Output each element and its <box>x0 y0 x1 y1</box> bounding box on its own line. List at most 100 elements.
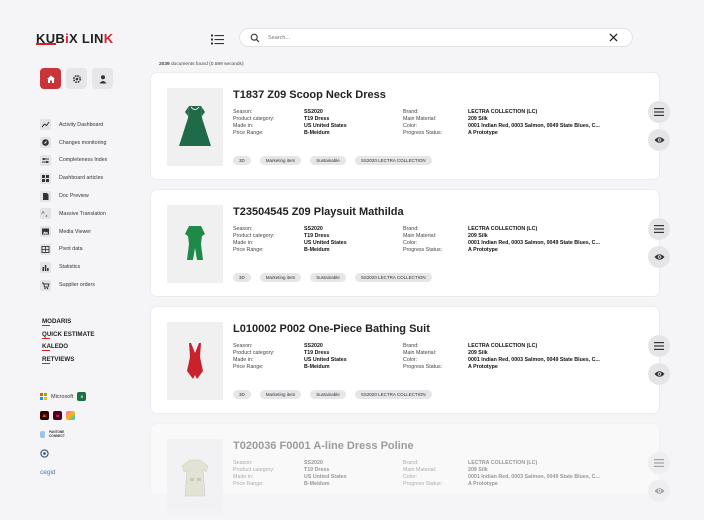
cart-icon <box>40 279 51 291</box>
partner-bar <box>42 325 50 327</box>
tag-chip[interactable]: 3D <box>233 390 251 399</box>
brand-cegid[interactable]: cegid <box>40 463 86 482</box>
sidebar-item-label: Dashboard articles <box>59 175 104 182</box>
partner-links: MODARIS QUICK ESTIMATE KALEDO RETVIEWS <box>42 318 94 368</box>
sidebar-item-activity-dashboard[interactable]: Activity Dashboard <box>40 116 107 134</box>
product-title[interactable]: T1837 Z09 Scoop Neck Dress <box>233 89 386 101</box>
sidebar-item-label: Statistics <box>59 264 81 271</box>
product-title[interactable]: L010002 P002 One-Piece Bathing Suit <box>233 323 430 335</box>
hamburger-icon <box>654 342 664 350</box>
partner-quick-estimate[interactable]: QUICK ESTIMATE <box>42 331 94 344</box>
search-icon[interactable] <box>250 33 260 43</box>
tag-chip[interactable]: Marketing item <box>259 156 302 165</box>
menu-button[interactable] <box>648 218 670 240</box>
sidebar-item-pivot-data[interactable]: Pivot data <box>40 241 107 259</box>
card-actions <box>648 452 670 502</box>
product-tags: 3D Marketing item Sustainable SS2020 LECTRA… <box>233 273 432 282</box>
tag-chip[interactable]: SS2020 LECTRA COLLECTION <box>354 156 432 165</box>
product-thumbnail[interactable] <box>167 322 223 400</box>
tag-chip[interactable]: SS2020 LECTRA COLLECTION <box>354 273 432 282</box>
list-menu-button[interactable] <box>211 32 224 50</box>
card-actions <box>648 101 670 151</box>
product-title[interactable]: T23504545 Z09 Playsuit Mathilda <box>233 206 404 218</box>
partner-bar <box>42 350 50 352</box>
tag-chip[interactable]: 3D <box>233 273 251 282</box>
sidebar-item-completeness-index[interactable]: Completeness Index <box>40 152 107 170</box>
view-button[interactable] <box>648 480 670 502</box>
sidebar-item-media-viewer[interactable]: Media Viewer <box>40 223 107 241</box>
sidebar-item-changes-monitoring[interactable]: Changes monitoring <box>40 134 107 152</box>
globe-icon <box>40 449 49 458</box>
document-icon <box>40 190 51 202</box>
bars-icon <box>40 261 51 273</box>
menu-button[interactable] <box>648 101 670 123</box>
sidebar-nav: Activity Dashboard Changes monitoring Co… <box>40 116 107 294</box>
excel-icon: X <box>77 392 87 401</box>
tag-chip[interactable]: 3D <box>233 156 251 165</box>
translate-icon: Az <box>40 208 51 220</box>
partner-retviews[interactable]: RETVIEWS <box>42 356 94 369</box>
svg-text:z: z <box>46 213 48 218</box>
product-title[interactable]: T020036 F0001 A-line Dress Poline <box>233 440 414 452</box>
home-button[interactable] <box>40 68 61 89</box>
tag-chip[interactable]: Sustainable <box>310 273 346 282</box>
brand-adobe[interactable]: Ai Id <box>40 406 86 425</box>
view-button[interactable] <box>648 363 670 385</box>
product-card[interactable]: T1837 Z09 Scoop Neck Dress Season: SS2020… <box>150 72 670 180</box>
eye-icon <box>654 488 664 494</box>
product-card[interactable]: T020036 F0001 A-line Dress Poline Season… <box>150 423 670 517</box>
hamburger-icon <box>654 459 664 467</box>
product-thumbnail[interactable] <box>167 439 223 517</box>
sidebar-item-label: Massive Translation <box>59 210 106 217</box>
eye-icon <box>654 137 664 143</box>
grid-icon <box>40 172 51 184</box>
tag-chip[interactable]: SS2020 LECTRA COLLECTION <box>354 390 432 399</box>
product-attributes-left: Season: SS2020 Product category: T19 Dress… <box>233 460 347 487</box>
eye-icon <box>654 371 664 377</box>
sidebar-item-label: Supplier orders <box>59 282 95 289</box>
svg-text:A: A <box>42 210 45 215</box>
profile-button[interactable] <box>92 68 113 89</box>
sidebar-item-massive-translation[interactable]: Az Massive Translation <box>40 205 107 223</box>
tag-chip[interactable]: Marketing item <box>259 273 302 282</box>
sidebar-item-doc-preview[interactable]: Doc Preview <box>40 187 107 205</box>
sidebar-item-dashboard-articles[interactable]: Dashboard articles <box>40 169 107 187</box>
card-actions <box>648 335 670 385</box>
tag-chip[interactable]: Sustainable <box>310 390 346 399</box>
product-thumbnail[interactable] <box>167 88 223 166</box>
product-attributes-right: Brand: LECTRA COLLECTION (LC) Main Materi… <box>403 226 600 253</box>
view-button[interactable] <box>648 246 670 268</box>
illustrator-icon: Ai <box>40 411 49 420</box>
partner-modaris[interactable]: MODARIS <box>42 318 94 331</box>
search-bar <box>239 28 633 47</box>
results-count: 2039 documents found (0.599 seconds) <box>159 62 244 67</box>
sidebar-item-statistics[interactable]: Statistics <box>40 258 107 276</box>
menu-button[interactable] <box>648 452 670 474</box>
partner-kaledo[interactable]: KALEDO <box>42 343 94 356</box>
product-card[interactable]: T23504545 Z09 Playsuit Mathilda Season: S… <box>150 189 670 297</box>
pantone-icon <box>40 431 45 438</box>
search-input[interactable] <box>268 32 588 44</box>
brand-links: Microsoft X Ai Id PANTONE CONNECT cegid <box>40 387 87 482</box>
sidebar-item-label: Media Viewer <box>59 228 91 235</box>
close-icon[interactable] <box>609 33 618 42</box>
tag-chip[interactable]: Marketing item <box>259 390 302 399</box>
settings-button[interactable] <box>66 68 87 89</box>
product-card[interactable]: L010002 P002 One-Piece Bathing Suit Seas… <box>150 306 670 414</box>
creative-cloud-icon <box>66 411 75 420</box>
chart-icon <box>40 119 51 131</box>
sidebar-item-supplier-orders[interactable]: Supplier orders <box>40 276 107 294</box>
view-button[interactable] <box>648 129 670 151</box>
gear-icon <box>72 74 81 83</box>
user-icon <box>99 74 106 83</box>
partner-bar <box>42 337 50 339</box>
product-attributes-right: Brand: LECTRA COLLECTION (LC) Main Materi… <box>403 109 600 136</box>
hamburger-icon <box>654 225 664 233</box>
brand-pantone[interactable]: PANTONE CONNECT <box>40 425 86 444</box>
tag-chip[interactable]: Sustainable <box>310 156 346 165</box>
menu-button[interactable] <box>648 335 670 357</box>
partner-bar <box>42 362 50 364</box>
brand-globe[interactable] <box>40 444 86 463</box>
product-thumbnail[interactable] <box>167 205 223 283</box>
brand-microsoft[interactable]: Microsoft X <box>40 387 87 406</box>
